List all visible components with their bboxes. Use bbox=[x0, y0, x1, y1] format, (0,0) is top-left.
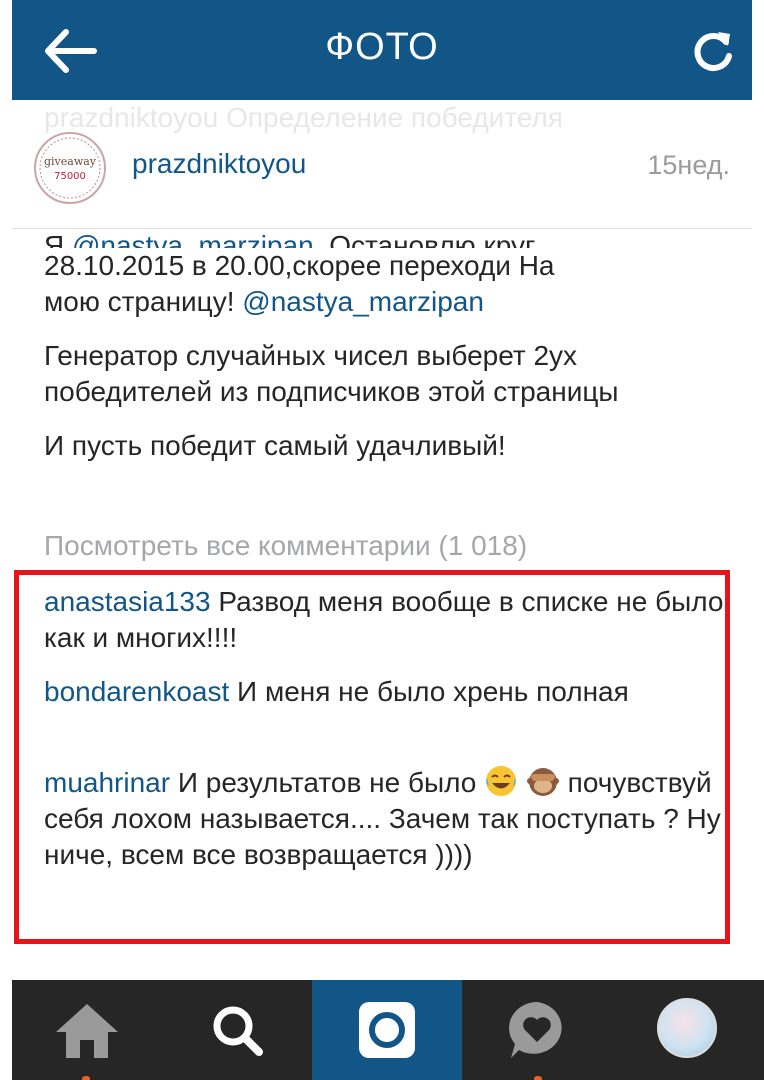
face-with-tears-of-joy-icon bbox=[484, 764, 518, 798]
profile-avatar-icon bbox=[657, 998, 717, 1058]
page-title: ФОТО bbox=[325, 26, 439, 68]
bottom-tab-bar bbox=[12, 980, 764, 1080]
svg-text:75000: 75000 bbox=[54, 171, 86, 182]
comment-item: muahrinar И результатов не было почувств… bbox=[44, 764, 734, 873]
mention-link[interactable]: @nastya_marzipan bbox=[242, 286, 484, 317]
comment-text: И результатов не было bbox=[177, 767, 485, 798]
see-no-evil-monkey-icon bbox=[526, 764, 560, 798]
comment-author[interactable]: anastasia133 bbox=[44, 586, 211, 617]
comment-item: bondarenkoast И меня не было хрень полна… bbox=[44, 674, 734, 710]
notification-dot bbox=[82, 1076, 90, 1080]
comment-item: anastasia133 Развод меня вообще в списке… bbox=[44, 584, 734, 656]
caption-text: мою страницу! bbox=[44, 286, 243, 317]
tab-search[interactable] bbox=[162, 980, 312, 1080]
search-icon bbox=[213, 1006, 263, 1056]
svg-text:giveaway: giveaway bbox=[44, 155, 97, 168]
post-caption: Я,@nastya_marzipan, Остановлю круг 28.10… bbox=[44, 216, 734, 464]
home-icon bbox=[56, 1004, 118, 1058]
tab-home[interactable] bbox=[12, 980, 162, 1080]
post-header: giveaway 75000 prazdniktoyou 15нед. bbox=[12, 122, 752, 230]
tab-profile[interactable] bbox=[612, 980, 762, 1080]
post-timestamp: 15нед. bbox=[647, 150, 730, 180]
caption-paragraph: Генератор случайных чисел выберет 2ух по… bbox=[44, 340, 619, 407]
comment-text: И меня не было хрень полная bbox=[237, 676, 629, 707]
post-username[interactable]: prazdniktoyou bbox=[132, 148, 306, 180]
comment-author[interactable]: muahrinar bbox=[44, 767, 170, 798]
caption-line: мою страницу! @nastya_marzipan bbox=[44, 284, 734, 320]
tab-activity[interactable] bbox=[462, 980, 612, 1080]
heart-bubble-icon bbox=[509, 1002, 562, 1058]
tab-camera[interactable] bbox=[312, 980, 462, 1080]
avatar[interactable]: giveaway 75000 bbox=[34, 132, 106, 204]
notification-dot bbox=[534, 1076, 542, 1080]
view-all-comments-link[interactable]: Посмотреть все комментарии (1 018) bbox=[44, 530, 527, 562]
caption-line-cut: Я,@nastya_marzipan, Остановлю круг bbox=[44, 228, 734, 248]
mention-link[interactable]: @nastya_marzipan bbox=[72, 230, 314, 248]
refresh-icon[interactable] bbox=[688, 26, 738, 76]
camera-icon bbox=[359, 1002, 415, 1058]
caption-paragraph: И пусть победит самый удачливый! bbox=[44, 430, 506, 461]
caption-text: , Остановлю круг bbox=[313, 230, 536, 248]
comment-author[interactable]: bondarenkoast bbox=[44, 676, 229, 707]
caption-text: Я, bbox=[44, 230, 72, 248]
caption-line: 28.10.2015 в 20.00,скорее переходи На bbox=[44, 250, 555, 281]
top-navigation-bar: ФОТО bbox=[12, 0, 752, 100]
